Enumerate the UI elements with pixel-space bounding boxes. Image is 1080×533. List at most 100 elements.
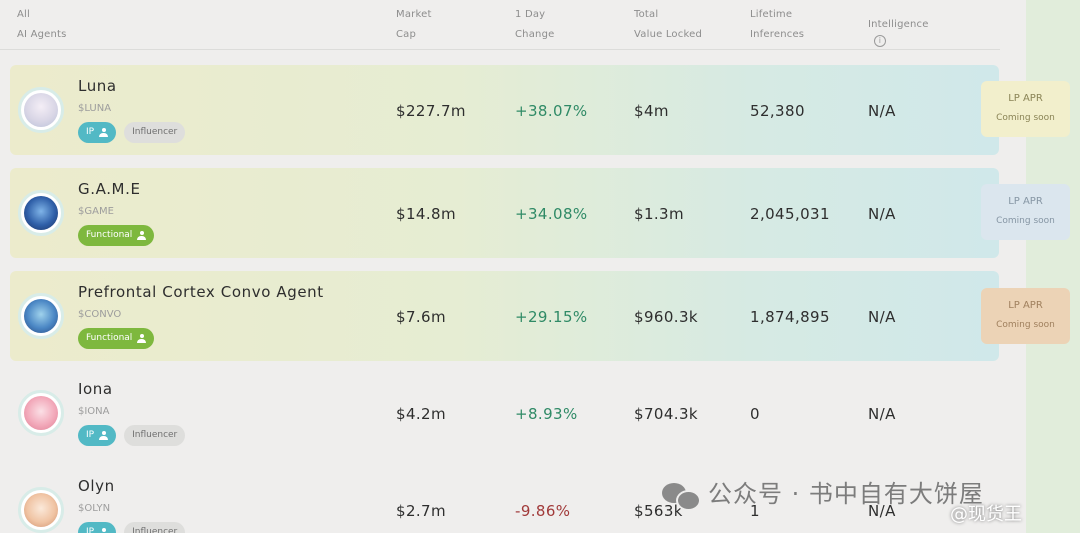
person-icon — [137, 334, 147, 343]
agent-ticker: $LUNA — [78, 103, 112, 114]
person-icon — [137, 231, 147, 240]
info-icon[interactable]: i — [874, 35, 886, 47]
header-label: Change — [515, 29, 555, 40]
table-row[interactable]: Luna $LUNA IP Influencer $227.7m +38.07%… — [10, 65, 999, 155]
header-label: Inferences — [750, 29, 805, 40]
badge-label: Functional — [86, 230, 133, 240]
header-label: Cap — [396, 29, 417, 40]
badge-label: IP — [86, 127, 95, 137]
header-label: Value Locked — [634, 29, 702, 40]
market-cap: $227.7m — [396, 102, 466, 120]
watermark-handle: @现货王 — [950, 504, 1022, 525]
wechat-watermark: 公众号 · 书中自有大饼屋 — [662, 474, 984, 511]
agent-ticker: $IONA — [78, 406, 110, 417]
market-cap: $2.7m — [396, 502, 447, 520]
lp-apr-title: LP APR — [1008, 93, 1043, 104]
watermark-text: 公众号 · 书中自有大饼屋 — [708, 480, 984, 508]
market-cap: $14.8m — [396, 205, 456, 223]
influencer-badge: Influencer — [124, 425, 186, 446]
day-change: +34.08% — [515, 205, 588, 223]
functional-badge: Functional — [78, 328, 155, 349]
agent-name[interactable]: Luna — [78, 77, 117, 95]
intelligence: N/A — [868, 102, 896, 120]
influencer-badge: Influencer — [124, 522, 186, 533]
day-change: -9.86% — [515, 502, 571, 520]
header-label: Total — [634, 9, 659, 20]
tvl: $1.3m — [634, 205, 685, 223]
header-label: Intelligence — [868, 19, 929, 30]
lifetime-inferences: 52,380 — [750, 102, 805, 120]
avatar — [18, 487, 64, 533]
lp-apr-status: Coming soon — [996, 113, 1055, 123]
avatar — [18, 293, 64, 339]
avatar — [18, 87, 64, 133]
right-panel-edge — [1026, 0, 1080, 533]
day-change: +8.93% — [515, 405, 578, 423]
badge-label: Functional — [86, 333, 133, 343]
agent-badges: IP Influencer — [78, 425, 186, 446]
header-label: AI Agents — [17, 29, 67, 40]
intelligence: N/A — [868, 205, 896, 223]
ip-badge: IP — [78, 522, 117, 533]
day-change: +38.07% — [515, 102, 588, 120]
person-icon — [99, 528, 108, 533]
person-icon — [99, 431, 109, 440]
badge-label: Influencer — [132, 527, 178, 533]
agent-badges: IP Influencer — [78, 122, 186, 143]
lifetime-inferences: 0 — [750, 405, 760, 423]
lp-apr-status: Coming soon — [996, 320, 1055, 330]
agent-name[interactable]: Prefrontal Cortex Convo Agent — [78, 283, 324, 301]
badge-label: IP — [86, 430, 95, 440]
person-icon — [99, 128, 109, 137]
lifetime-inferences: 1,874,895 — [750, 308, 830, 326]
header-label: All — [17, 9, 30, 20]
lifetime-inferences: 2,045,031 — [750, 205, 830, 223]
agent-ticker: $GAME — [78, 206, 114, 217]
agent-badges: Functional — [78, 225, 155, 246]
intelligence: N/A — [868, 308, 896, 326]
lp-apr-status: Coming soon — [996, 216, 1055, 226]
lp-apr-title: LP APR — [1008, 300, 1043, 311]
header-label: 1 Day — [515, 9, 546, 20]
avatar — [18, 390, 64, 436]
tvl: $704.3k — [634, 405, 698, 423]
table-header: All AI Agents Market Cap 1 Day Change To… — [0, 0, 1000, 50]
header-market-cap[interactable]: Market Cap — [396, 5, 432, 45]
header-label: Market — [396, 9, 432, 20]
ip-badge: IP — [78, 122, 117, 143]
intelligence: N/A — [868, 405, 896, 423]
header-intelligence[interactable]: Intelligence i — [868, 15, 929, 47]
badge-label: IP — [86, 527, 95, 533]
agent-name[interactable]: Iona — [78, 380, 113, 398]
tvl: $4m — [634, 102, 669, 120]
functional-badge: Functional — [78, 225, 155, 246]
market-cap: $7.6m — [396, 308, 447, 326]
market-cap: $4.2m — [396, 405, 447, 423]
day-change: +29.15% — [515, 308, 588, 326]
lp-apr-title: LP APR — [1008, 196, 1043, 207]
agent-badges: Functional — [78, 328, 155, 349]
header-label: Lifetime — [750, 9, 793, 20]
agent-name[interactable]: G.A.M.E — [78, 180, 141, 198]
table-row[interactable]: Iona $IONA IP Influencer $4.2m +8.93% $7… — [10, 368, 999, 458]
table-row[interactable]: G.A.M.E $GAME Functional $14.8m +34.08% … — [10, 168, 999, 258]
agent-ticker: $OLYN — [78, 503, 111, 514]
lp-apr-card[interactable]: LP APR Coming soon — [981, 288, 1070, 344]
badge-label: Influencer — [132, 127, 178, 137]
avatar — [18, 190, 64, 236]
header-1day-change[interactable]: 1 Day Change — [515, 5, 555, 45]
agent-name[interactable]: Olyn — [78, 477, 115, 495]
lp-apr-card[interactable]: LP APR Coming soon — [981, 81, 1070, 137]
agent-ticker: $CONVO — [78, 309, 122, 320]
lp-apr-card[interactable]: LP APR Coming soon — [981, 184, 1070, 240]
influencer-badge: Influencer — [124, 122, 186, 143]
ip-badge: IP — [78, 425, 117, 446]
header-tvl[interactable]: Total Value Locked — [634, 5, 702, 45]
tvl: $960.3k — [634, 308, 698, 326]
badge-label: Influencer — [132, 430, 178, 440]
header-all-agents[interactable]: All AI Agents — [17, 5, 67, 45]
wechat-icon — [662, 481, 701, 511]
table-row[interactable]: Prefrontal Cortex Convo Agent $CONVO Fun… — [10, 271, 999, 361]
agent-badges: IP Influencer — [78, 522, 186, 533]
header-lifetime-inferences[interactable]: Lifetime Inferences — [750, 5, 804, 45]
